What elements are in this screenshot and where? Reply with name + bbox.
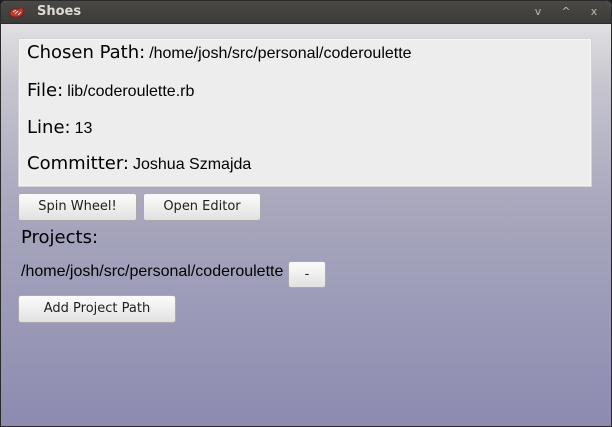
maximize-icon[interactable]: ^ — [557, 4, 575, 20]
window-title: Shoes — [37, 4, 82, 19]
file-value: lib/coderoulette.rb — [67, 83, 195, 100]
open-editor-button[interactable]: Open Editor — [143, 193, 261, 221]
line-value: 13 — [74, 120, 93, 137]
add-project-path-button[interactable]: Add Project Path — [18, 295, 176, 323]
shoes-app-icon[interactable] — [9, 5, 25, 19]
chosen-path-value: /home/josh/src/personal/coderoulette — [149, 45, 412, 62]
committer-row: Committer: Joshua Szmajda — [27, 153, 251, 174]
commit-info-panel: Chosen Path:/home/josh/src/personal/code… — [18, 38, 592, 187]
project-path: /home/josh/src/personal/coderoulette — [21, 263, 284, 280]
app-window: Shoes v ^ x Chosen Path:/home/josh/src/p… — [0, 0, 612, 427]
file-row: File: lib/coderoulette.rb — [27, 80, 194, 101]
line-label: Line: — [27, 117, 71, 138]
spin-wheel-button[interactable]: Spin Wheel! — [18, 193, 137, 221]
remove-project-button[interactable]: - — [288, 261, 326, 288]
projects-heading: Projects: — [21, 227, 99, 248]
chosen-path-label: Chosen Path: — [27, 42, 146, 63]
chosen-path-row: Chosen Path:/home/josh/src/personal/code… — [27, 42, 412, 63]
committer-value: Joshua Szmajda — [133, 156, 252, 173]
line-row: Line: 13 — [27, 117, 92, 138]
close-icon[interactable]: x — [585, 4, 603, 20]
title-bar[interactable]: Shoes v ^ x — [1, 1, 611, 24]
file-label: File: — [27, 80, 64, 101]
committer-label: Committer: — [27, 153, 129, 174]
minimize-icon[interactable]: v — [529, 4, 547, 20]
